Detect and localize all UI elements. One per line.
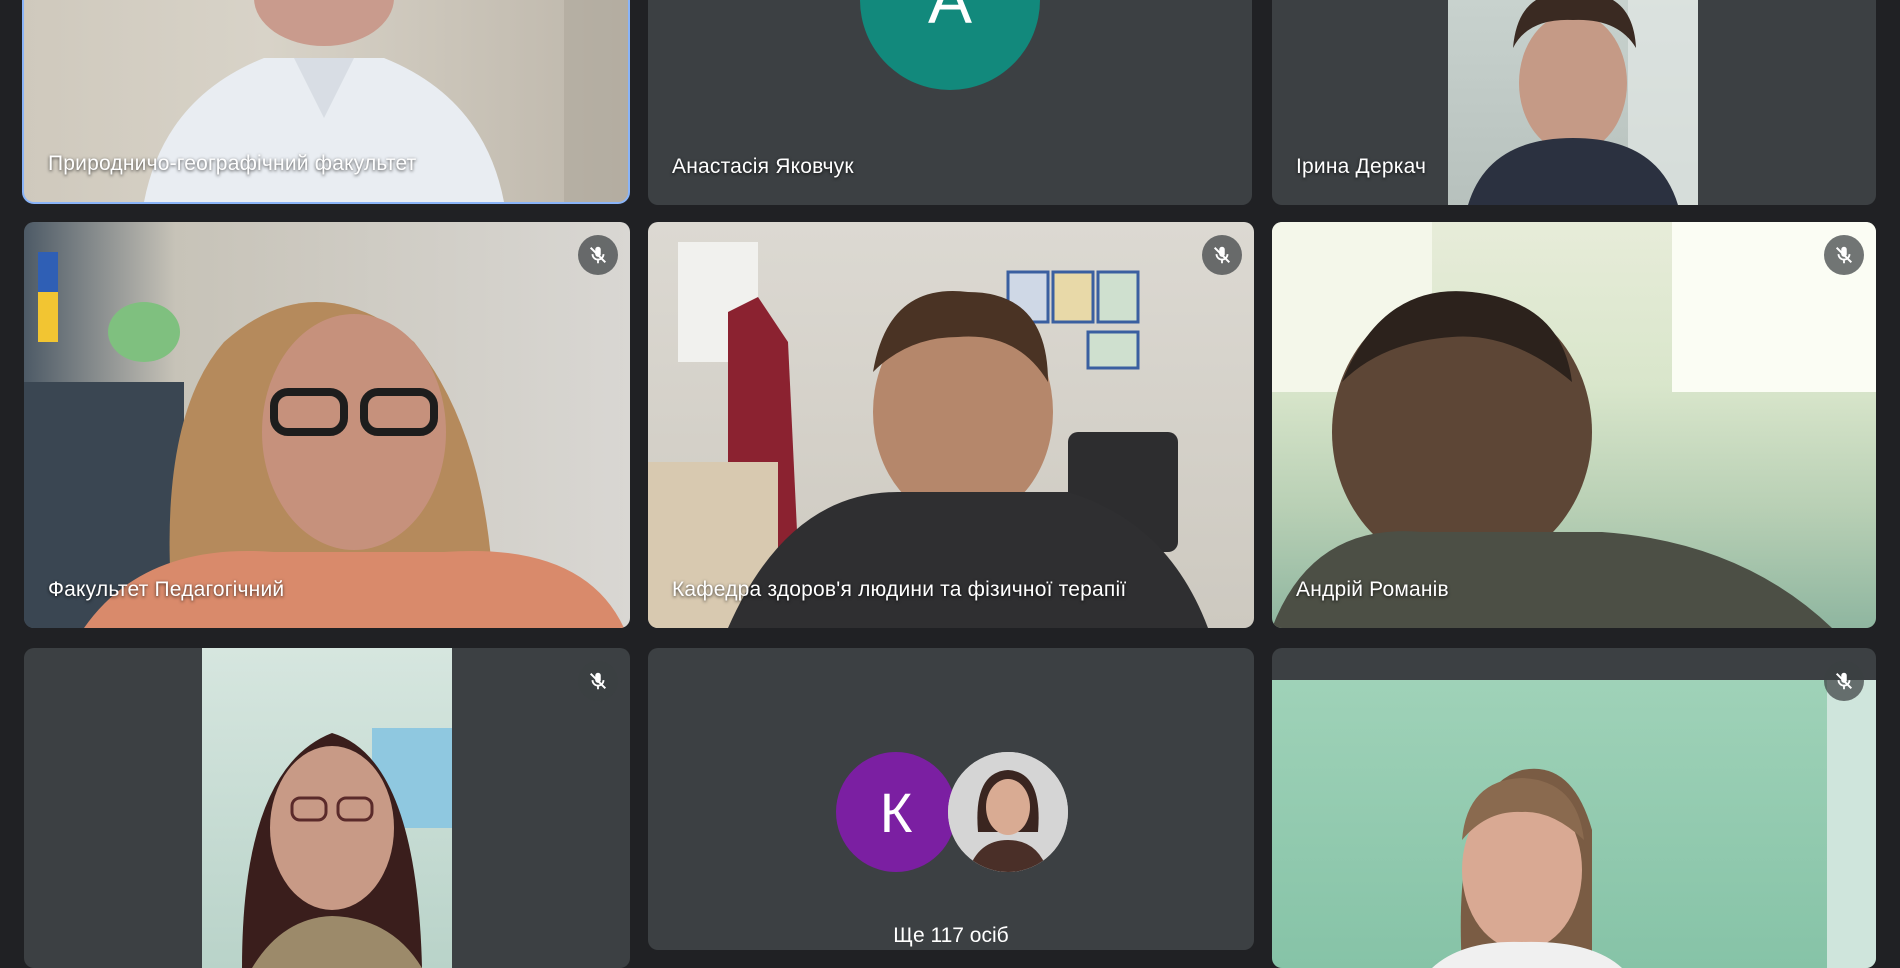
overflow-avatar-photo	[948, 752, 1068, 872]
overflow-avatar: К	[836, 752, 956, 872]
participant-tile[interactable]: Андрій Романів	[1272, 222, 1876, 628]
mic-off-icon	[1824, 661, 1864, 701]
participant-tile[interactable]: Кафедра здоров'я людини та фізичної тера…	[648, 222, 1254, 628]
participant-tile[interactable]: А Анастасія Яковчук	[648, 0, 1252, 205]
participant-name: Кафедра здоров'я людини та фізичної тера…	[672, 578, 1127, 601]
mic-off-icon	[1824, 235, 1864, 275]
participant-tile[interactable]: Факультет Педагогічний	[24, 222, 630, 628]
participant-tile[interactable]	[1272, 648, 1876, 968]
person-video-figure	[242, 728, 452, 968]
participant-video	[202, 648, 452, 968]
participant-video	[1272, 222, 1876, 628]
participant-video	[1272, 680, 1876, 968]
participant-tile[interactable]: Природничо-географічний факультет	[22, 0, 630, 204]
person-video-figure	[1272, 222, 1876, 628]
participant-avatar: А	[860, 0, 1040, 90]
participant-tile[interactable]	[24, 648, 630, 968]
participant-name: Андрій Романів	[1296, 578, 1449, 601]
more-participants-tile[interactable]: К Ще 117 осіб	[648, 648, 1254, 950]
participant-tile[interactable]: Ірина Деркач	[1272, 0, 1876, 205]
mic-off-icon	[578, 235, 618, 275]
participant-video	[648, 222, 1254, 628]
participant-video	[1448, 0, 1698, 205]
participant-name: Ірина Деркач	[1296, 155, 1427, 178]
person-video-figure	[648, 242, 1208, 628]
person-video-figure	[1468, 0, 1698, 205]
person-photo-figure	[948, 752, 1068, 872]
person-video-figure	[1432, 680, 1876, 968]
participant-name: Факультет Педагогічний	[48, 578, 285, 601]
mic-off-icon	[578, 661, 618, 701]
person-video-figure	[24, 252, 624, 628]
more-participants-label: Ще 117 осіб	[893, 924, 1009, 947]
participant-name: Анастасія Яковчук	[672, 155, 854, 178]
mic-off-icon	[1202, 235, 1242, 275]
participant-name: Природничо-географічний факультет	[48, 152, 417, 175]
participant-video	[24, 222, 630, 628]
